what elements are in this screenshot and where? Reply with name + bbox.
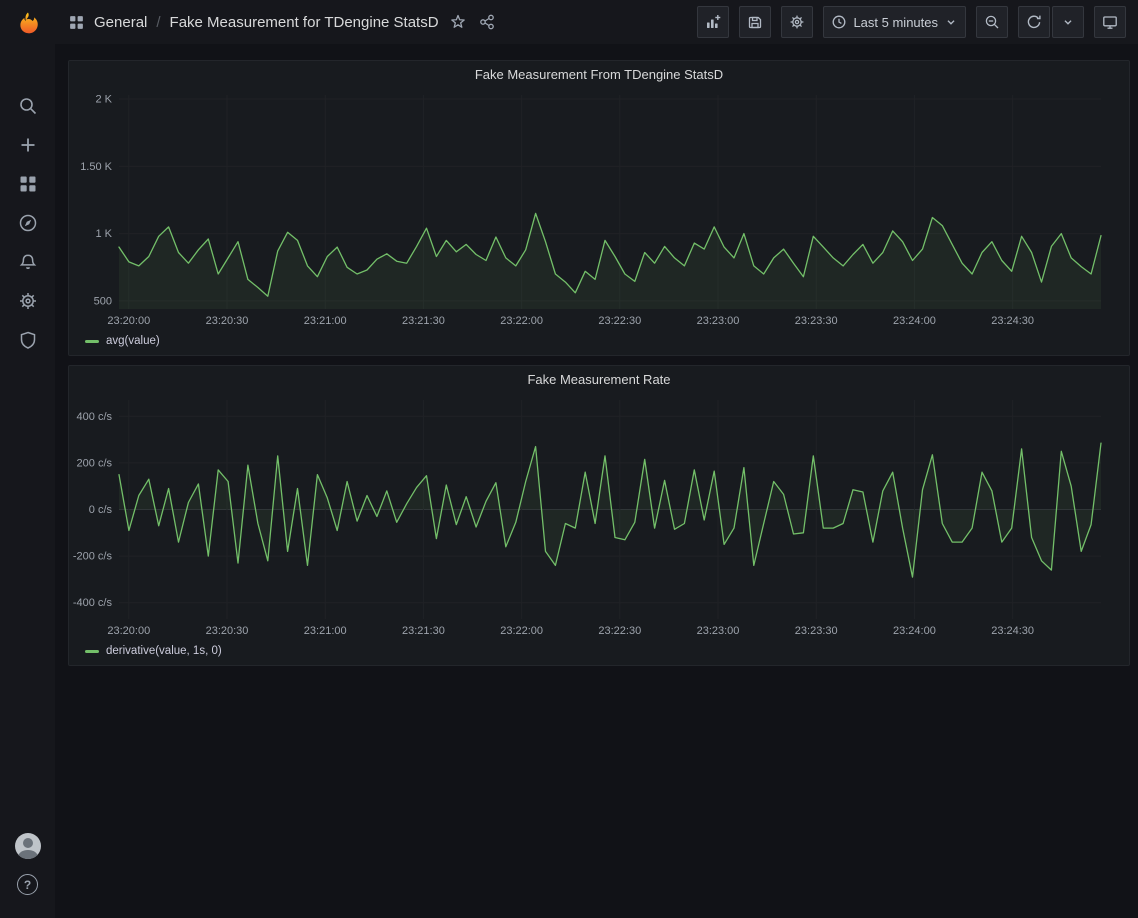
svg-text:0 c/s: 0 c/s (89, 504, 113, 516)
svg-text:-200 c/s: -200 c/s (73, 551, 113, 563)
time-range-picker[interactable]: Last 5 minutes (823, 6, 966, 38)
sidebar-item-server-admin[interactable] (0, 320, 55, 359)
svg-text:23:20:00: 23:20:00 (107, 625, 150, 637)
panel-title[interactable]: Fake Measurement Rate (69, 366, 1129, 392)
svg-text:23:21:30: 23:21:30 (402, 315, 445, 327)
grid-icon (18, 174, 38, 194)
panel-fake-measurement: Fake Measurement From TDengine StatsD 50… (68, 60, 1130, 356)
cycle-view-button[interactable] (1094, 6, 1126, 38)
zoom-out-button[interactable] (976, 6, 1008, 38)
sidebar-item-search[interactable] (0, 86, 55, 125)
legend-series-label: avg(value) (106, 335, 160, 347)
favorite-button[interactable] (448, 12, 468, 32)
grafana-app: ? General / Fake Measurement for TDengin… (0, 0, 1138, 918)
breadcrumb-section[interactable]: General (94, 14, 147, 31)
svg-text:23:22:00: 23:22:00 (500, 315, 543, 327)
panel-title[interactable]: Fake Measurement From TDengine StatsD (69, 61, 1129, 87)
svg-text:23:21:00: 23:21:00 (304, 625, 347, 637)
svg-text:23:23:30: 23:23:30 (795, 625, 838, 637)
monitor-icon (1102, 14, 1118, 30)
legend-series-label: derivative(value, 1s, 0) (106, 645, 222, 657)
grafana-logo[interactable] (11, 8, 45, 42)
svg-text:23:20:00: 23:20:00 (107, 315, 150, 327)
shield-icon (18, 330, 38, 350)
time-series-chart[interactable]: -400 c/s -200 c/s 0 c/s 200 c/s 400 c/s 23:20… (69, 392, 1129, 641)
svg-text:23:24:00: 23:24:00 (893, 625, 936, 637)
svg-text:1 K: 1 K (95, 228, 112, 240)
breadcrumb-separator: / (156, 14, 160, 31)
svg-text:23:22:30: 23:22:30 (598, 315, 641, 327)
panel-chart-area: 500 1 K 1.50 K 2 K 23:20:00 23:20:30 23:21:00 2… (69, 87, 1129, 331)
svg-text:23:20:30: 23:20:30 (206, 625, 249, 637)
svg-text:23:23:00: 23:23:00 (697, 625, 740, 637)
sidebar-item-dashboards[interactable] (0, 164, 55, 203)
chevron-down-icon (1061, 15, 1075, 29)
grafana-flame-icon (13, 10, 43, 40)
share-button[interactable] (477, 12, 497, 32)
save-icon (747, 14, 763, 30)
plus-icon (18, 135, 38, 155)
svg-text:23:24:30: 23:24:30 (991, 315, 1034, 327)
svg-text:400 c/s: 400 c/s (77, 411, 113, 423)
legend-series-swatch (85, 340, 99, 343)
time-range-label: Last 5 minutes (853, 15, 938, 30)
main-column: General / Fake Measurement for TDengine … (55, 0, 1138, 918)
dashboard-title[interactable]: Fake Measurement for TDengine StatsD (170, 14, 439, 31)
dashboard-content: Fake Measurement From TDengine StatsD 50… (55, 44, 1138, 918)
sidebar-item-create[interactable] (0, 125, 55, 164)
share-icon (479, 14, 495, 30)
clock-icon (831, 14, 847, 30)
search-icon (18, 96, 38, 116)
refresh-icon (1026, 14, 1042, 30)
sidebar-bottom: ? (0, 826, 55, 904)
bar-chart-plus-icon (705, 14, 721, 30)
legend-item[interactable]: avg(value) (69, 331, 1129, 355)
sidebar: ? (0, 0, 55, 918)
refresh-button[interactable] (1018, 6, 1050, 38)
chevron-down-icon (944, 15, 958, 29)
dashboard-toolbar: Last 5 minutes (697, 6, 1126, 38)
bell-icon (18, 252, 38, 272)
svg-text:23:20:30: 23:20:30 (206, 315, 249, 327)
svg-text:500: 500 (94, 295, 112, 307)
svg-text:-400 c/s: -400 c/s (73, 597, 113, 609)
panel-fake-measurement-rate: Fake Measurement Rate -400 c/s -200 c/s 0 … (68, 365, 1130, 666)
gear-icon (18, 291, 38, 311)
sidebar-item-profile[interactable] (0, 826, 55, 865)
legend-item[interactable]: derivative(value, 1s, 0) (69, 641, 1129, 665)
svg-text:23:22:00: 23:22:00 (500, 625, 543, 637)
apps-icon (68, 14, 85, 31)
svg-text:23:21:00: 23:21:00 (304, 315, 347, 327)
gear-icon (789, 14, 805, 30)
question-circle-icon: ? (17, 874, 38, 895)
breadcrumb: General / Fake Measurement for TDengine … (68, 12, 497, 32)
svg-text:1.50 K: 1.50 K (80, 161, 112, 173)
sidebar-item-explore[interactable] (0, 203, 55, 242)
avatar-icon (15, 833, 41, 859)
panel-chart-area: -400 c/s -200 c/s 0 c/s 200 c/s 400 c/s 23:20… (69, 392, 1129, 641)
time-series-chart[interactable]: 500 1 K 1.50 K 2 K 23:20:00 23:20:30 23:21:00 2… (69, 87, 1129, 331)
refresh-interval-dropdown[interactable] (1052, 6, 1084, 38)
compass-icon (18, 213, 38, 233)
svg-text:23:24:00: 23:24:00 (893, 315, 936, 327)
sidebar-item-alerting[interactable] (0, 242, 55, 281)
legend-series-swatch (85, 650, 99, 653)
sidebar-item-help[interactable]: ? (0, 865, 55, 904)
add-panel-button[interactable] (697, 6, 729, 38)
svg-text:23:22:30: 23:22:30 (598, 625, 641, 637)
svg-text:23:24:30: 23:24:30 (991, 625, 1034, 637)
svg-text:23:23:30: 23:23:30 (795, 315, 838, 327)
magnifier-minus-icon (984, 14, 1000, 30)
svg-text:2 K: 2 K (95, 94, 112, 106)
help-glyph: ? (24, 878, 31, 892)
dashboard-settings-button[interactable] (781, 6, 813, 38)
refresh-group (1018, 6, 1084, 38)
svg-text:200 c/s: 200 c/s (77, 457, 113, 469)
top-navbar: General / Fake Measurement for TDengine … (55, 0, 1138, 44)
save-dashboard-button[interactable] (739, 6, 771, 38)
svg-text:23:21:30: 23:21:30 (402, 625, 445, 637)
sidebar-item-configuration[interactable] (0, 281, 55, 320)
svg-text:23:23:00: 23:23:00 (697, 315, 740, 327)
star-icon (450, 14, 466, 30)
